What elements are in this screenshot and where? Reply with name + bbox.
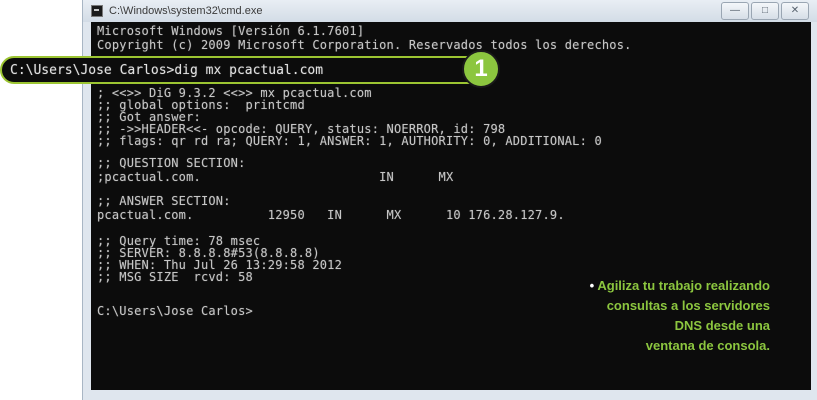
console-line: ;; ANSWER SECTION: xyxy=(97,194,231,208)
console-scrollbar[interactable] xyxy=(811,22,817,390)
minimize-button[interactable]: — xyxy=(721,2,749,20)
caption-line: ventana de consola. xyxy=(645,338,770,353)
console-line: pcactual.com. 12950 IN MX 10 176.28.127.… xyxy=(97,208,565,222)
cmd-icon xyxy=(91,5,103,17)
console-line: ;; QUESTION SECTION: xyxy=(97,156,246,170)
caption-line: Agiliza tu trabajo realizando xyxy=(597,278,770,293)
console-line: Copyright (c) 2009 Microsoft Corporation… xyxy=(97,38,632,52)
highlighted-command: C:\Users\Jose Carlos>dig mx pcactual.com xyxy=(10,63,324,78)
maximize-button[interactable]: □ xyxy=(751,2,779,20)
caption-bullet: • xyxy=(589,278,595,293)
step-badge: 1 xyxy=(462,50,500,88)
close-button[interactable]: ✕ xyxy=(781,2,809,20)
console-line: ;pcactual.com. IN MX xyxy=(97,170,454,184)
console-line: ;; MSG SIZE rcvd: 58 xyxy=(97,270,253,284)
console-line: Microsoft Windows [Versión 6.1.7601] xyxy=(97,24,365,38)
console-line: ;; flags: qr rd ra; QUERY: 1, ANSWER: 1,… xyxy=(97,134,602,148)
caption-line: DNS desde una xyxy=(674,318,770,333)
console-prompt: C:\Users\Jose Carlos> xyxy=(97,304,253,318)
command-highlight: C:\Users\Jose Carlos>dig mx pcactual.com xyxy=(0,56,488,84)
window-title: C:\Windows\system32\cmd.exe xyxy=(109,5,263,17)
caption-line: consultas a los servidores xyxy=(606,298,770,313)
window-controls: — □ ✕ xyxy=(719,2,809,20)
title-bar[interactable]: C:\Windows\system32\cmd.exe — □ ✕ xyxy=(83,0,817,22)
caption: • Agiliza tu trabajo realizando consulta… xyxy=(500,276,770,356)
